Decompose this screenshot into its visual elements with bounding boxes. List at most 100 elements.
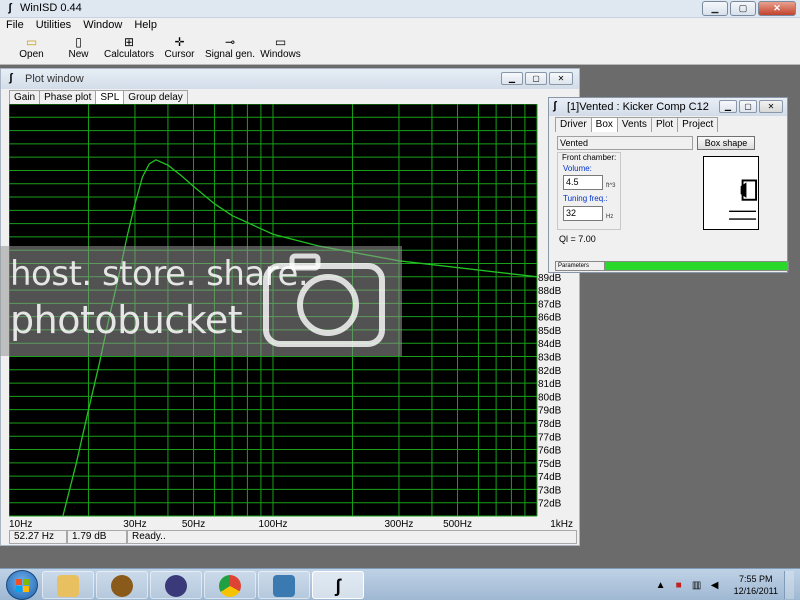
volume-unit: ft^3 [606,183,616,189]
tuning-freq-label: Tuning freq.: [563,194,608,203]
clock[interactable]: 7:55 PM 12/16/2011 [734,573,778,597]
windows-icon: ▭ [274,35,287,49]
box-type-select[interactable]: Vented [557,136,693,150]
toolbar: ▭ Open ▯ New ⊞ Calculators ✛ Cursor ⊸ Si… [0,33,800,65]
tab-phase-plot[interactable]: Phase plot [39,90,97,105]
menu-utilities[interactable]: Utilities [30,18,77,33]
taskbar-game-launcher[interactable] [150,571,202,599]
box-maximize-button[interactable]: ▢ [739,100,757,113]
box-diagram [703,156,759,230]
taskbar-warcraft[interactable] [96,571,148,599]
status-level: 1.79 dB [67,530,127,544]
maximize-button[interactable]: ▢ [730,1,756,16]
menu-bar: File Utilities Window Help [0,18,800,33]
clock-time: 7:55 PM [739,574,773,584]
front-chamber-group: Front chamber: Volume: 4.5 ft^3 Tuning f… [557,152,621,230]
tray-expand-icon[interactable]: ▲ [654,580,668,591]
plot-status-bar: 52.27 Hz 1.79 dB Ready.. [9,530,577,544]
box-dialog-titlebar[interactable]: ʃ [1]Vented : Kicker Comp C12 ▁ ▢ ✕ [549,98,787,116]
y-tick-label: 87dB [538,299,562,310]
x-tick-label: 10Hz [9,519,32,529]
tab-plot[interactable]: Plot [650,117,679,132]
box-minimize-button[interactable]: ▁ [719,100,737,113]
volume-label: Volume: [563,164,592,173]
image-viewer-icon [273,575,295,597]
box-dialog-title: [1]Vented : Kicker Comp C12 [567,101,709,113]
tab-driver[interactable]: Driver [555,117,592,132]
y-tick-label: 75dB [538,459,562,470]
explorer-icon [57,575,79,597]
tuning-freq-unit: Hz [606,214,614,220]
tab-spl[interactable]: SPL [95,90,125,105]
new-document-icon: ▯ [75,35,82,49]
status-frequency: 52.27 Hz [9,530,67,544]
calculators-button[interactable]: ⊞ Calculators [102,33,156,65]
y-tick-label: 88dB [538,286,562,297]
x-tick-label: 500Hz [443,519,472,529]
plot-maximize-button[interactable]: ▢ [525,72,547,85]
tab-gain[interactable]: Gain [9,90,41,105]
menu-help[interactable]: Help [128,18,163,33]
plot-window-titlebar[interactable]: ʃ Plot window ▁ ▢ ✕ [1,69,579,89]
winisd-icon: ʃ [8,2,12,14]
warcraft-icon [111,575,133,597]
camera-icon [263,253,385,347]
y-tick-label: 80dB [538,392,562,403]
network-icon[interactable]: ▥ [690,580,704,591]
cursor-button[interactable]: ✛ Cursor [156,33,203,65]
ql-value: Ql = 7.00 [559,234,596,244]
y-tick-label: 82dB [538,366,562,377]
taskbar-image-viewer[interactable] [258,571,310,599]
x-tick-label: 30Hz [123,519,146,529]
plot-tabs: Gain Phase plot SPL Group delay [9,90,188,105]
minimize-button[interactable]: ▁ [702,1,728,16]
y-tick-label: 86dB [538,313,562,324]
y-tick-label: 83dB [538,353,562,364]
x-tick-label: 50Hz [182,519,205,529]
parameters-label: Parameters [555,261,605,271]
menu-file[interactable]: File [0,18,30,33]
watermark-brand: photobucket [10,298,243,342]
y-tick-label: 72dB [538,499,562,510]
windows-logo-icon [16,579,29,592]
taskbar: ʃ ▲ ■ ▥ ◀ 7:55 PM 12/16/2011 [0,568,800,600]
open-button[interactable]: ▭ Open [8,33,55,65]
show-desktop-button[interactable] [784,571,794,599]
box-dialog: ʃ [1]Vented : Kicker Comp C12 ▁ ▢ ✕ Driv… [548,97,789,273]
taskbar-chrome[interactable] [204,571,256,599]
y-tick-label: 85dB [538,326,562,337]
signal-gen-button[interactable]: ⊸ Signal gen. [203,33,257,65]
tab-project[interactable]: Project [677,117,719,132]
y-tick-label: 73dB [538,485,562,496]
plot-minimize-button[interactable]: ▁ [501,72,523,85]
tab-group-delay[interactable]: Group delay [123,90,188,105]
volume-input[interactable]: 4.5 [563,175,603,190]
new-button[interactable]: ▯ New [55,33,102,65]
close-button[interactable]: ✕ [758,1,796,16]
tuning-freq-input[interactable]: 32 [563,206,603,221]
volume-icon[interactable]: ◀ [708,580,722,591]
box-tab-content: Vented Box shape Front chamber: Volume: … [555,132,789,271]
crosshair-icon: ✛ [174,35,185,49]
game-launcher-icon [165,575,187,597]
tab-box[interactable]: Box [590,117,618,132]
front-chamber-label: Front chamber: [562,153,617,162]
taskbar-winisd[interactable]: ʃ [312,571,364,599]
x-tick-label: 1kHz [550,519,573,529]
start-button[interactable] [6,570,38,600]
x-tick-label: 100Hz [259,519,288,529]
y-tick-label: 76dB [538,446,562,457]
box-shape-button[interactable]: Box shape [697,136,755,150]
box-tabs: Driver Box Vents Plot Project [555,117,719,132]
plot-close-button[interactable]: ✕ [549,72,573,85]
parameters-bar: Parameters [555,261,789,271]
taskbar-explorer[interactable] [42,571,94,599]
system-tray: ▲ ■ ▥ ◀ 7:55 PM 12/16/2011 [654,571,794,599]
tab-vents[interactable]: Vents [616,117,652,132]
chrome-icon [219,575,241,597]
tray-app-icon[interactable]: ■ [672,580,686,591]
windows-button[interactable]: ▭ Windows [257,33,304,65]
menu-window[interactable]: Window [77,18,128,33]
box-close-button[interactable]: ✕ [759,100,783,113]
calculator-icon: ⊞ [123,35,135,49]
